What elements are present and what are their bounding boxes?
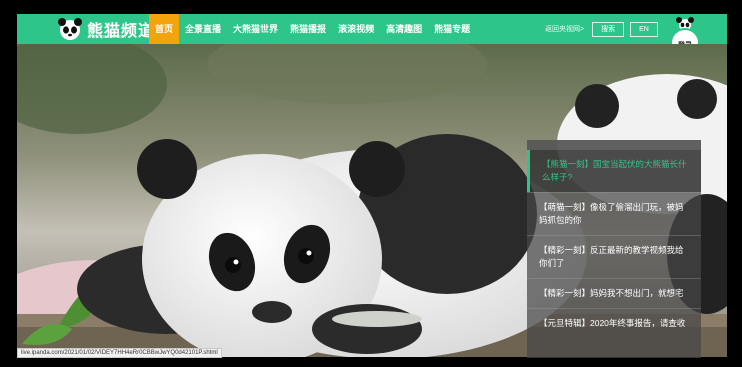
logo-subtext: www.ipanda.com — [88, 34, 126, 40]
search-button[interactable]: 搜索 — [592, 21, 625, 37]
nav-item-live[interactable]: 全景直播 — [179, 14, 227, 44]
site-header: 熊猫频道 www.ipanda.com 首页 全景直播 大熊猫世界 熊猫播报 滚… — [17, 14, 727, 58]
main-nav: 首页 全景直播 大熊猫世界 熊猫播报 滚滚视频 高清趣图 熊猫专题 — [149, 14, 476, 44]
back-to-cctv-link[interactable]: 返回央视网> — [545, 24, 584, 34]
news-item[interactable]: 【萌猫一刻】像极了偷溜出门玩，被妈妈抓包的你 — [527, 192, 701, 235]
news-item[interactable]: 【精彩一刻】反正最新的教学视频我给你们了 — [527, 235, 701, 278]
nav-item-panda-topics[interactable]: 熊猫专题 — [428, 14, 476, 44]
panda-logo-icon — [58, 18, 82, 40]
news-item[interactable]: 【精彩一刻】妈妈我不想出门，就想宅 — [527, 278, 701, 308]
news-list-top — [527, 140, 701, 150]
language-en-button[interactable]: EN — [630, 21, 658, 37]
nav-item-panda-world[interactable]: 大熊猫世界 — [227, 14, 284, 44]
nav-item-panda-news[interactable]: 熊猫播报 — [284, 14, 332, 44]
nav-item-videos[interactable]: 滚滚视频 — [332, 14, 380, 44]
browser-viewport: 熊猫频道 www.ipanda.com 首页 全景直播 大熊猫世界 熊猫播报 滚… — [0, 0, 742, 367]
header-tools: 返回央视网> 搜索 EN — [545, 21, 664, 37]
news-item[interactable]: 【熊猫一刻】国宝当起伏的大熊猫长什么样子? — [527, 150, 701, 192]
nav-item-hd-pictures[interactable]: 高清趣图 — [380, 14, 428, 44]
browser-status-url: live.ipanda.com/2021/01/02/VIDEY7HH4eRr0… — [17, 348, 222, 358]
news-item[interactable]: 【元旦特辑】2020年终事报告，请查收 — [527, 308, 701, 338]
nav-item-home[interactable]: 首页 — [149, 14, 180, 44]
news-list: 【熊猫一刻】国宝当起伏的大熊猫长什么样子? 【萌猫一刻】像极了偷溜出门玩，被妈妈… — [527, 140, 701, 358]
